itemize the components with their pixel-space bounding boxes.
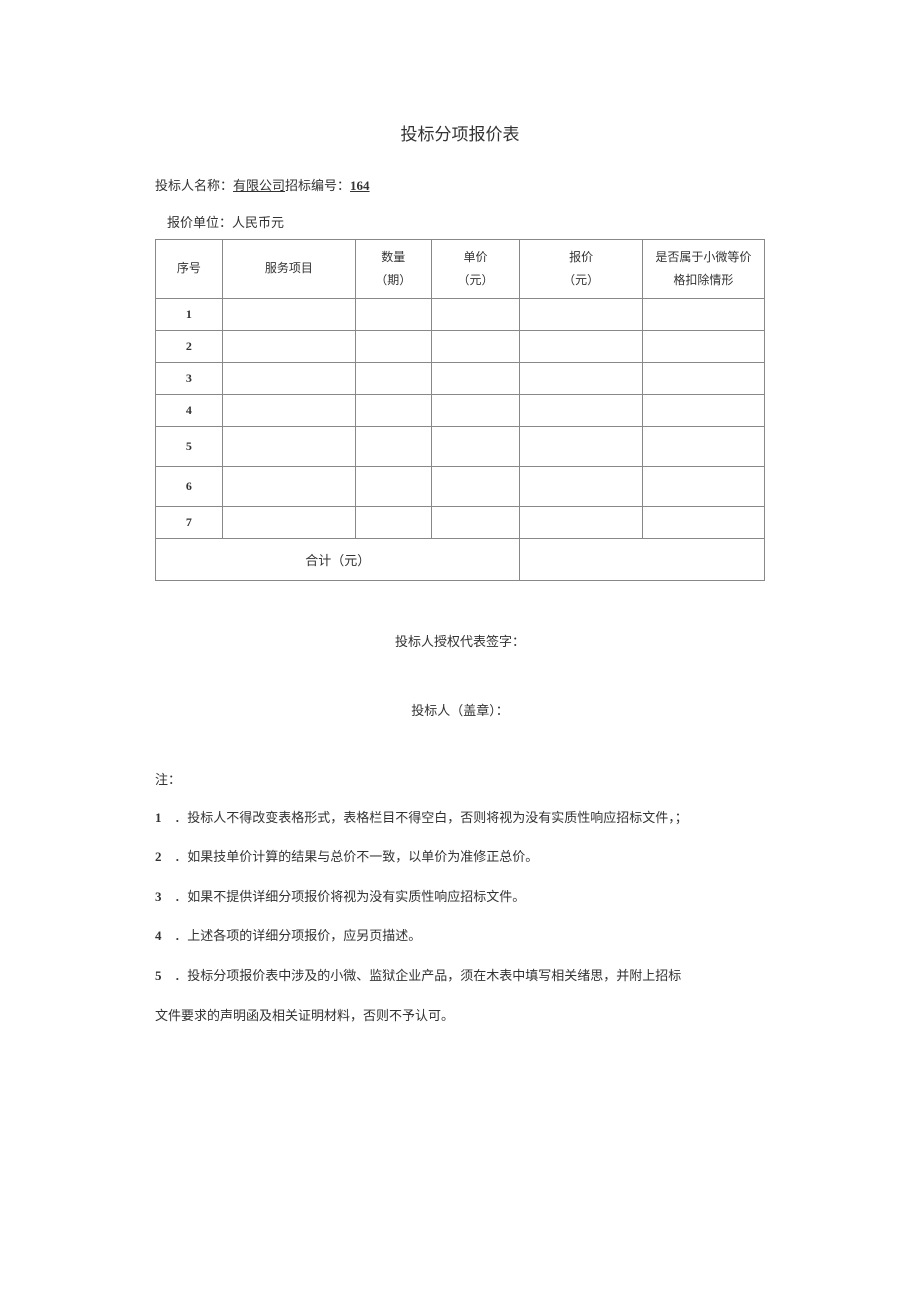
table-row: 3 [156, 362, 765, 394]
seq-cell: 1 [156, 298, 223, 330]
micro-cell [642, 426, 764, 466]
qty-cell [356, 466, 432, 506]
note-text: ．上述各项的详细分项报价，应另页描述。 [174, 928, 421, 943]
price-cell [520, 506, 642, 538]
qty-cell [356, 506, 432, 538]
tender-number: 164 [350, 178, 370, 193]
unit-cell [431, 466, 520, 506]
note-number: 5 [155, 966, 171, 986]
notes-header: 注： [155, 769, 765, 788]
bidder-info-line: 投标人名称：有限公司招标编号：164 [155, 175, 765, 194]
item-cell [222, 426, 355, 466]
qty-cell [356, 298, 432, 330]
header-item: 服务项目 [222, 240, 355, 299]
header-price-line1: 报价 [569, 250, 593, 264]
total-value-cell [520, 538, 765, 580]
seq-cell: 4 [156, 394, 223, 426]
unit-cell [431, 394, 520, 426]
header-micro: 是否属于小微等价 格扣除情形 [642, 240, 764, 299]
price-cell [520, 330, 642, 362]
item-cell [222, 362, 355, 394]
note-number: 2 [155, 847, 171, 867]
seq-cell: 7 [156, 506, 223, 538]
table-row: 5 [156, 426, 765, 466]
price-cell [520, 394, 642, 426]
qty-cell [356, 362, 432, 394]
header-qty-line2: （期） [375, 273, 411, 287]
table-row: 4 [156, 394, 765, 426]
note-item: 2 ．如果技单价计算的结果与总价不一致，以单价为准修正总价。 [155, 847, 765, 867]
note-item: 4 ．上述各项的详细分项报价，应另页描述。 [155, 926, 765, 946]
table-row: 2 [156, 330, 765, 362]
item-cell [222, 466, 355, 506]
table-row: 6 [156, 466, 765, 506]
bidder-company: 有限公司 [233, 178, 285, 193]
header-micro-line2: 格扣除情形 [673, 273, 733, 287]
micro-cell [642, 466, 764, 506]
seq-cell: 5 [156, 426, 223, 466]
header-unit-line1: 单价 [464, 250, 488, 264]
item-cell [222, 298, 355, 330]
price-cell [520, 466, 642, 506]
quotation-table: 序号 服务项目 数量 （期） 单价 （元） 报价 （元） 是否属于小微等价 格扣… [155, 239, 765, 581]
note-number: 4 [155, 926, 171, 946]
tender-label: 招标编号： [285, 178, 350, 193]
unit-cell [431, 426, 520, 466]
header-seq: 序号 [156, 240, 223, 299]
header-unit-price: 单价 （元） [431, 240, 520, 299]
header-qty-line1: 数量 [381, 250, 405, 264]
micro-cell [642, 506, 764, 538]
qty-cell [356, 330, 432, 362]
price-unit-line: 报价单位：人民币元 [167, 212, 765, 231]
unit-cell [431, 506, 520, 538]
total-label-cell: 合计（元） [156, 538, 520, 580]
price-cell [520, 362, 642, 394]
bidder-label: 投标人名称： [155, 178, 233, 193]
item-cell [222, 330, 355, 362]
note-text: ．投标人不得改变表格形式，表格栏目不得空白，否则将视为没有实质性响应招标文件，； [174, 810, 688, 825]
signature-line: 投标人授权代表签字： [155, 631, 765, 650]
item-cell [222, 506, 355, 538]
seq-cell: 2 [156, 330, 223, 362]
qty-cell [356, 426, 432, 466]
micro-cell [642, 298, 764, 330]
total-row: 合计（元） [156, 538, 765, 580]
price-cell [520, 426, 642, 466]
note-text: ．如果不提供详细分项报价将视为没有实质性响应招标文件。 [174, 889, 525, 904]
header-price-line2: （元） [563, 273, 599, 287]
header-qty: 数量 （期） [356, 240, 432, 299]
table-row: 1 [156, 298, 765, 330]
header-micro-line1: 是否属于小微等价 [655, 250, 751, 264]
micro-cell [642, 394, 764, 426]
header-price: 报价 （元） [520, 240, 642, 299]
table-row: 7 [156, 506, 765, 538]
note-number: 1 [155, 808, 171, 828]
note-text: ．如果技单价计算的结果与总价不一致，以单价为准修正总价。 [174, 849, 538, 864]
unit-cell [431, 362, 520, 394]
unit-cell [431, 330, 520, 362]
header-unit-line2: （元） [458, 273, 494, 287]
price-cell [520, 298, 642, 330]
note-item: 3 ．如果不提供详细分项报价将视为没有实质性响应招标文件。 [155, 887, 765, 907]
document-title: 投标分项报价表 [155, 120, 765, 145]
seq-cell: 6 [156, 466, 223, 506]
note-continuation: 文件要求的声明函及相关证明材料，否则不予认可。 [155, 1005, 765, 1024]
unit-cell [431, 298, 520, 330]
note-text: ．投标分项报价表中涉及的小微、监狱企业产品，须在木表中填写相关绪思，并附上招标 [174, 968, 681, 983]
qty-cell [356, 394, 432, 426]
micro-cell [642, 330, 764, 362]
seq-cell: 3 [156, 362, 223, 394]
seal-line: 投标人（盖章）： [155, 700, 765, 719]
note-number: 3 [155, 887, 171, 907]
note-item: 5 ．投标分项报价表中涉及的小微、监狱企业产品，须在木表中填写相关绪思，并附上招… [155, 966, 765, 986]
item-cell [222, 394, 355, 426]
note-item: 1 ．投标人不得改变表格形式，表格栏目不得空白，否则将视为没有实质性响应招标文件… [155, 808, 765, 828]
micro-cell [642, 362, 764, 394]
table-header-row: 序号 服务项目 数量 （期） 单价 （元） 报价 （元） 是否属于小微等价 格扣… [156, 240, 765, 299]
